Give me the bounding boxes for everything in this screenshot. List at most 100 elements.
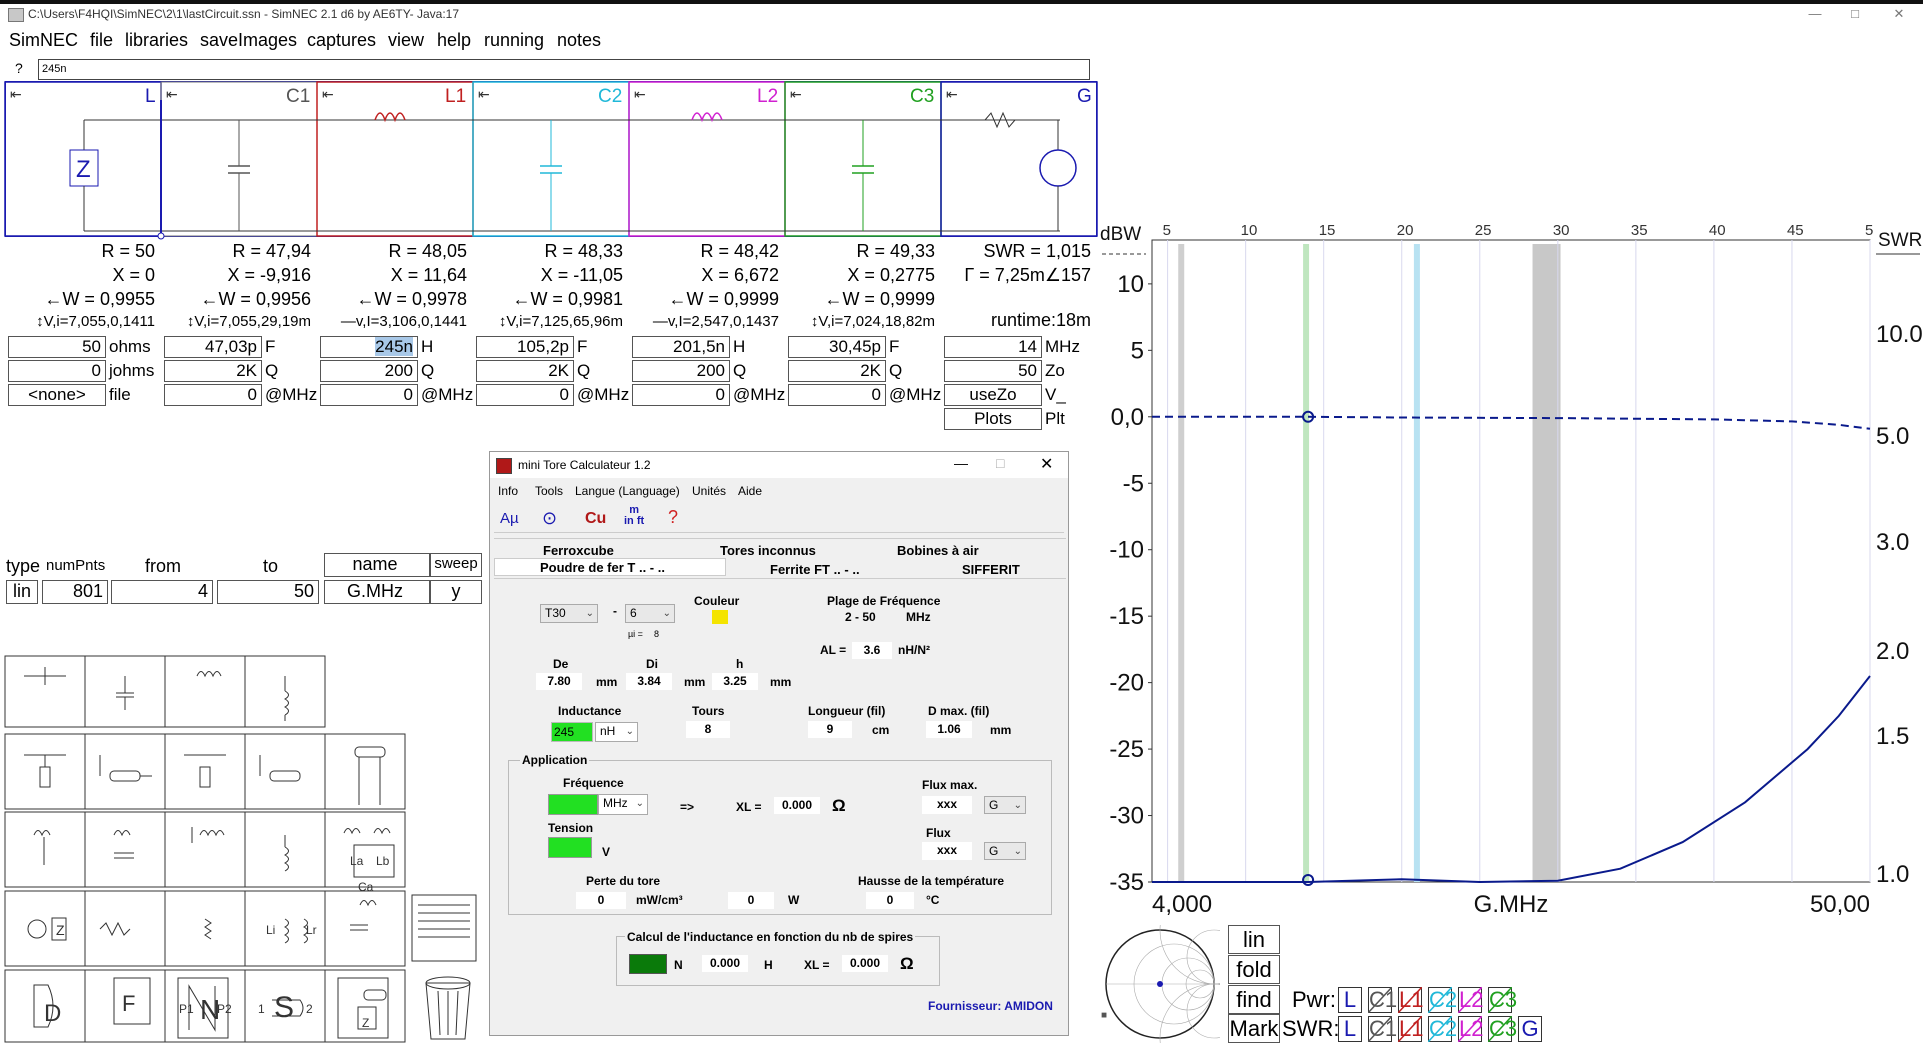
y-tick-label: -35 [1109, 869, 1144, 896]
menu-notes[interactable]: notes [557, 30, 601, 51]
sweep-from-field[interactable]: 4 [111, 580, 213, 604]
section-l2-field-1[interactable]: 201,5n [632, 336, 730, 358]
maximize-icon[interactable]: □ [996, 455, 1004, 471]
pwr-legend-item[interactable]: L [1338, 987, 1362, 1013]
smith-pin-icon[interactable]: ■ [1101, 1010, 1107, 1021]
section-l1-field-2[interactable]: 200 [320, 360, 418, 382]
section-l-field-1[interactable]: 50 [8, 336, 106, 358]
section-c1-field-1[interactable]: 47,03p [164, 336, 262, 358]
flux-unit-select[interactable]: G ⌄ [984, 842, 1026, 860]
menu-saveimages[interactable]: saveImages [200, 30, 297, 51]
menu-running[interactable]: running [484, 30, 544, 51]
tool-core-icon[interactable]: ⊙ [542, 508, 557, 529]
mix-select[interactable]: 6 ⌄ [625, 604, 675, 623]
section-l1-field-3[interactable]: 0 [320, 384, 418, 406]
find-button[interactable]: find [1228, 985, 1280, 1014]
tension-field[interactable] [548, 837, 592, 858]
menu-simnec[interactable]: SimNEC [9, 30, 78, 51]
menu-view[interactable]: view [388, 30, 424, 51]
palette-label-f: F [122, 991, 135, 1016]
menu-libraries[interactable]: libraries [125, 30, 188, 51]
section-c1-field-3[interactable]: 0 [164, 384, 262, 406]
smith-chart[interactable] [1100, 925, 1220, 1043]
app-icon [496, 458, 512, 474]
section-c3-field-2[interactable]: 2K [788, 360, 886, 382]
tab-ferroxcube[interactable]: Ferroxcube [543, 543, 614, 558]
dlg-menu-info[interactable]: Info [498, 484, 518, 498]
de-unit: mm [596, 675, 618, 689]
pin-icon[interactable]: ⇤ [790, 86, 802, 103]
sweep-numpnts-field[interactable]: 801 [42, 580, 108, 604]
swr-legend-item[interactable]: L [1338, 1016, 1362, 1042]
lin-button[interactable]: lin [1228, 925, 1280, 954]
sweep-enable-field[interactable]: y [430, 580, 482, 604]
sweep-to-field[interactable]: 50 [217, 580, 319, 604]
tab-siffert[interactable]: SIFFERIT [962, 562, 1020, 577]
section-l-field-2[interactable]: 0 [8, 360, 106, 382]
section-c3-field-3[interactable]: 0 [788, 384, 886, 406]
fluxmax-value: xxx [922, 796, 972, 814]
pin-icon[interactable]: ⇤ [166, 86, 178, 103]
command-input[interactable]: 245n [38, 59, 1090, 80]
pin-icon[interactable]: ⇤ [478, 86, 490, 103]
frequence-field[interactable] [548, 794, 598, 815]
tab-bobines-air[interactable]: Bobines à air [897, 543, 979, 558]
help-prompt[interactable]: ? [15, 60, 23, 76]
dlg-menu-langue[interactable]: Langue (Language) [575, 484, 680, 498]
core-type-select[interactable]: T30 ⌄ [540, 604, 598, 623]
minimize-icon[interactable]: — [1800, 6, 1830, 21]
section-c2-field-2[interactable]: 2K [476, 360, 574, 382]
pin-icon[interactable]: ⇤ [946, 86, 958, 103]
plot-area[interactable]: 5 10 15 20 25 30 35 40 45 5 10 5 0,0 -5 -10 -15 -20 -25 -3… [1100, 218, 1923, 923]
menu-captures[interactable]: captures [307, 30, 376, 51]
help-icon[interactable]: ? [668, 507, 678, 528]
section-l2-field-2[interactable]: 200 [632, 360, 730, 382]
fluxmax-unit-select[interactable]: G ⌄ [984, 796, 1026, 814]
tab-poudre-fer[interactable]: Poudre de fer T .. - .. [540, 560, 665, 575]
section-g-field-2[interactable]: 50 [944, 360, 1042, 382]
dlg-menu-aide[interactable]: Aide [738, 484, 762, 498]
section-g-field-3[interactable]: useZo [944, 384, 1042, 406]
readout-w: ←W = 0,9999 [824, 289, 935, 309]
sweep-type-field[interactable]: lin [6, 580, 38, 604]
pin-icon[interactable]: ⇤ [322, 86, 334, 103]
frequence-unit-select[interactable]: MHz ⌄ [598, 794, 648, 815]
section-g-field-4[interactable]: Plots [944, 408, 1042, 430]
mark-button[interactable]: Mark [1228, 1014, 1280, 1043]
calc-n-field[interactable] [629, 954, 667, 974]
sweep-name-field[interactable]: G.MHz [324, 580, 430, 604]
section-g-field-1[interactable]: 14 [944, 336, 1042, 358]
section-c2-field-3[interactable]: 0 [476, 384, 574, 406]
ohm-symbol: Ω [832, 796, 846, 815]
tool-copper-icon[interactable]: Cu [585, 510, 606, 528]
component-palette[interactable]: La Lb Ca Li Lr Z F N P1 P2 1 2 S D Z [4, 655, 484, 1043]
maximize-icon[interactable]: □ [1840, 6, 1870, 21]
swr-tick-label: 1.0 [1876, 861, 1909, 888]
section-l1-field-1[interactable]: 245n [320, 336, 418, 358]
tool-permeability-icon[interactable]: Aµ [500, 510, 519, 527]
minimize-icon[interactable]: — [954, 455, 968, 471]
section-c3-field-1[interactable]: 30,45p [788, 336, 886, 358]
inductance-unit-select[interactable]: nH ⌄ [595, 722, 638, 742]
section-l-field-3[interactable]: <none> [8, 384, 106, 406]
section-c2-field-1[interactable]: 105,2p [476, 336, 574, 358]
pin-icon[interactable]: ⇤ [10, 86, 22, 103]
section-label-l1: L1 [445, 86, 467, 107]
menu-file[interactable]: file [90, 30, 113, 51]
close-icon[interactable]: ✕ [1040, 454, 1053, 474]
application-label: Application [520, 753, 590, 767]
section-c1-field-2[interactable]: 2K [164, 360, 262, 382]
readout-r: SWR = 1,015 [983, 241, 1091, 261]
tool-units-icon[interactable]: m in ft [624, 505, 644, 527]
menu-help[interactable]: help [437, 30, 471, 51]
close-icon[interactable]: ✕ [1884, 6, 1914, 22]
tab-tores-inconnus[interactable]: Tores inconnus [720, 543, 816, 558]
tab-ferrite-ft[interactable]: Ferrite FT .. - .. [770, 562, 860, 577]
pin-icon[interactable]: ⇤ [634, 86, 646, 103]
dlg-menu-unites[interactable]: Unités [692, 484, 726, 498]
section-l2-field-3[interactable]: 0 [632, 384, 730, 406]
inductance-field[interactable]: 245 [551, 722, 593, 742]
fold-button[interactable]: fold [1228, 955, 1280, 984]
swr-legend-item[interactable]: G [1518, 1016, 1542, 1042]
dlg-menu-tools[interactable]: Tools [535, 484, 563, 498]
